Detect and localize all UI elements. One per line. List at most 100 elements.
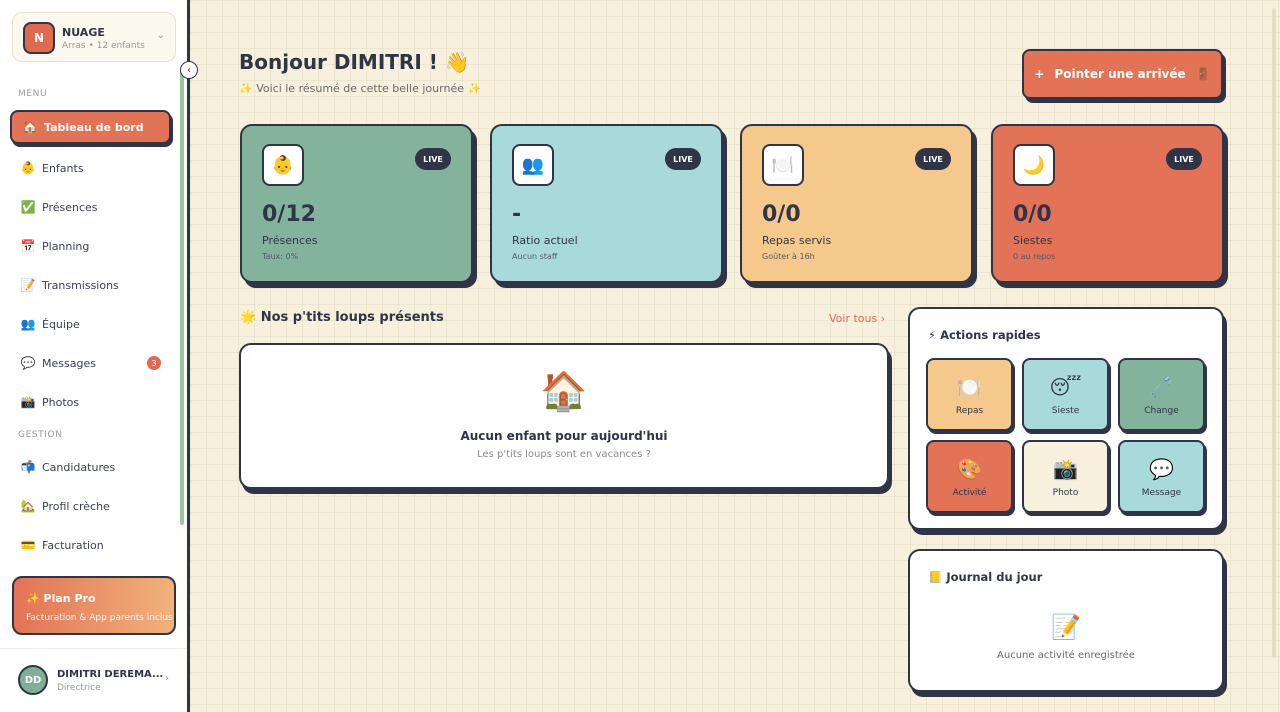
sidebar-item-presences[interactable]: ✅ Présences	[10, 190, 171, 224]
see-all-link[interactable]: Voir tous ›	[829, 312, 885, 325]
stat-subtext: Taux: 0%	[262, 252, 299, 261]
stat-label: Siestes	[1013, 234, 1053, 247]
palette-icon: 🎨	[957, 456, 982, 481]
home-icon: 🏠	[22, 120, 38, 134]
baby-icon: 👶	[262, 144, 304, 186]
stat-label: Ratio actuel	[512, 234, 578, 247]
empty-state-subtitle: Les p'tits loups sont en vacances ?	[477, 449, 651, 460]
plan-pro-card[interactable]: ✨ Plan Pro Facturation & App parents inc…	[12, 576, 176, 635]
dashboard-main: Bonjour DIMITRI ! 👋 ✨ Voici le résumé de…	[190, 0, 1280, 712]
checkin-button[interactable]: + Pointer une arrivée 🚪	[1022, 49, 1223, 99]
sidebar-item-label: Messages	[42, 356, 96, 370]
action-label: Change	[1144, 405, 1179, 416]
sidebar-item-enfants[interactable]: 👶 Enfants	[10, 151, 171, 185]
sidebar-item-messages[interactable]: 💬 Messages 3	[10, 346, 171, 380]
action-sieste-button[interactable]: 😴 Sieste	[1022, 358, 1109, 431]
sidebar-item-facturation[interactable]: 💳 Facturation	[10, 528, 171, 562]
moon-icon: 🌙	[1013, 144, 1055, 186]
house-icon: 🏠	[540, 369, 588, 413]
quick-actions-title: ⚡ Actions rapides	[928, 328, 1041, 342]
sidebar-item-label: Tableau de bord	[44, 120, 144, 134]
org-avatar: N	[23, 22, 55, 54]
chevron-down-icon: ⌄	[156, 30, 165, 41]
action-repas-button[interactable]: 🍽️ Repas	[926, 358, 1013, 431]
action-message-button[interactable]: 💬 Message	[1118, 440, 1205, 513]
sidebar-item-label: Planning	[42, 239, 90, 253]
action-photo-button[interactable]: 📸 Photo	[1022, 440, 1109, 513]
camera-icon: 📸	[20, 395, 36, 409]
memo-icon: 📝	[1051, 613, 1081, 641]
sidebar-item-dashboard[interactable]: 🏠 Tableau de bord	[10, 110, 171, 144]
sidebar-item-label: Photos	[42, 395, 80, 409]
live-badge: LIVE	[915, 148, 951, 170]
journal-panel: 📒 Journal du jour 📝 Aucune activité enre…	[908, 549, 1224, 692]
sidebar-item-planning[interactable]: 📅 Planning	[10, 229, 171, 263]
mailbox-icon: 📬	[20, 460, 36, 474]
stat-card-ratio[interactable]: 👥 LIVE - Ratio actuel Aucun staff	[490, 124, 723, 283]
sidebar-item-label: Profil crèche	[42, 499, 110, 513]
sidebar-item-label: Transmissions	[42, 278, 119, 292]
kids-section-title: 🌟 Nos p'tits loups présents	[240, 310, 444, 325]
sidebar-item-equipe[interactable]: 👥 Équipe	[10, 307, 171, 341]
sidebar-item-photos[interactable]: 📸 Photos	[10, 385, 171, 419]
chat-icon: 💬	[1149, 456, 1174, 481]
page-subtitle: ✨ Voici le résumé de cette belle journée…	[239, 82, 482, 95]
action-label: Photo	[1052, 487, 1079, 498]
chat-icon: 💬	[20, 356, 36, 370]
plan-subtitle: Facturation & App parents inclus	[26, 613, 173, 623]
unread-badge: 3	[147, 356, 161, 370]
calendar-icon: 📅	[20, 239, 36, 253]
stat-value: 0/0	[762, 202, 801, 227]
sidebar: N NUAGE Arras • 12 enfants ⌄ MENU 🏠 Tabl…	[0, 0, 190, 712]
card-icon: 💳	[20, 538, 36, 552]
main-scrollbar[interactable]	[1272, 8, 1276, 658]
team-icon: 👥	[512, 144, 554, 186]
action-label: Sieste	[1051, 405, 1080, 416]
sidebar-item-label: Enfants	[42, 161, 84, 175]
avatar: DD	[18, 665, 48, 695]
stat-subtext: Aucun staff	[512, 252, 558, 261]
stat-subtext: Goûter à 16h	[762, 252, 815, 261]
sidebar-scrollbar[interactable]	[180, 70, 184, 525]
empty-state-title: Aucun enfant pour aujourd'hui	[460, 429, 668, 443]
user-role: Directrice	[57, 683, 101, 693]
collapse-sidebar-button[interactable]: ‹	[180, 61, 198, 79]
stat-label: Présences	[262, 234, 318, 247]
checkin-label: Pointer une arrivée	[1054, 67, 1186, 81]
stat-label: Repas servis	[762, 234, 832, 247]
sleep-icon: 😴	[1049, 374, 1082, 399]
stat-value: 0/0	[1013, 202, 1052, 227]
menu-section-label: MENU	[18, 89, 48, 99]
stat-value: -	[512, 202, 522, 227]
page-title: Bonjour DIMITRI ! 👋	[239, 50, 470, 74]
stat-card-siestes[interactable]: 🌙 LIVE 0/0 Siestes 0 au repos	[991, 124, 1224, 283]
journal-title: 📒 Journal du jour	[928, 570, 1043, 584]
stat-card-presences[interactable]: 👶 LIVE 0/12 Présences Taux: 0%	[240, 124, 473, 283]
org-switcher[interactable]: N NUAGE Arras • 12 enfants ⌄	[12, 12, 176, 62]
camera-icon: 📸	[1053, 456, 1078, 481]
gestion-section-label: GESTION	[18, 430, 63, 440]
live-badge: LIVE	[1166, 148, 1202, 170]
chevron-right-icon: ›	[165, 673, 169, 684]
sidebar-item-transmissions[interactable]: 📝 Transmissions	[10, 268, 171, 302]
plate-icon: 🍽️	[762, 144, 804, 186]
sidebar-item-label: Équipe	[42, 317, 80, 331]
pin-icon: 🧷	[1149, 374, 1174, 399]
sidebar-item-profil-creche[interactable]: 🏡 Profil crèche	[10, 489, 171, 523]
plan-title: ✨ Plan Pro	[26, 592, 96, 605]
team-icon: 👥	[20, 317, 36, 331]
action-activite-button[interactable]: 🎨 Activité	[926, 440, 1013, 513]
stat-card-repas[interactable]: 🍽️ LIVE 0/0 Repas servis Goûter à 16h	[740, 124, 973, 283]
org-name: NUAGE	[62, 26, 105, 39]
action-label: Repas	[955, 405, 984, 416]
kids-empty-state: 🏠 Aucun enfant pour aujourd'hui Les p'ti…	[239, 343, 889, 489]
sidebar-item-candidatures[interactable]: 📬 Candidatures	[10, 450, 171, 484]
check-icon: ✅	[20, 200, 36, 214]
stat-value: 0/12	[262, 202, 316, 227]
user-name: DIMITRI DEREMA...	[57, 669, 164, 680]
user-profile-row[interactable]: DD DIMITRI DEREMA... Directrice ›	[0, 648, 187, 712]
baby-icon: 👶	[20, 161, 36, 175]
stat-subtext: 0 au repos	[1013, 252, 1056, 261]
sidebar-item-label: Candidatures	[42, 460, 116, 474]
action-change-button[interactable]: 🧷 Change	[1118, 358, 1205, 431]
